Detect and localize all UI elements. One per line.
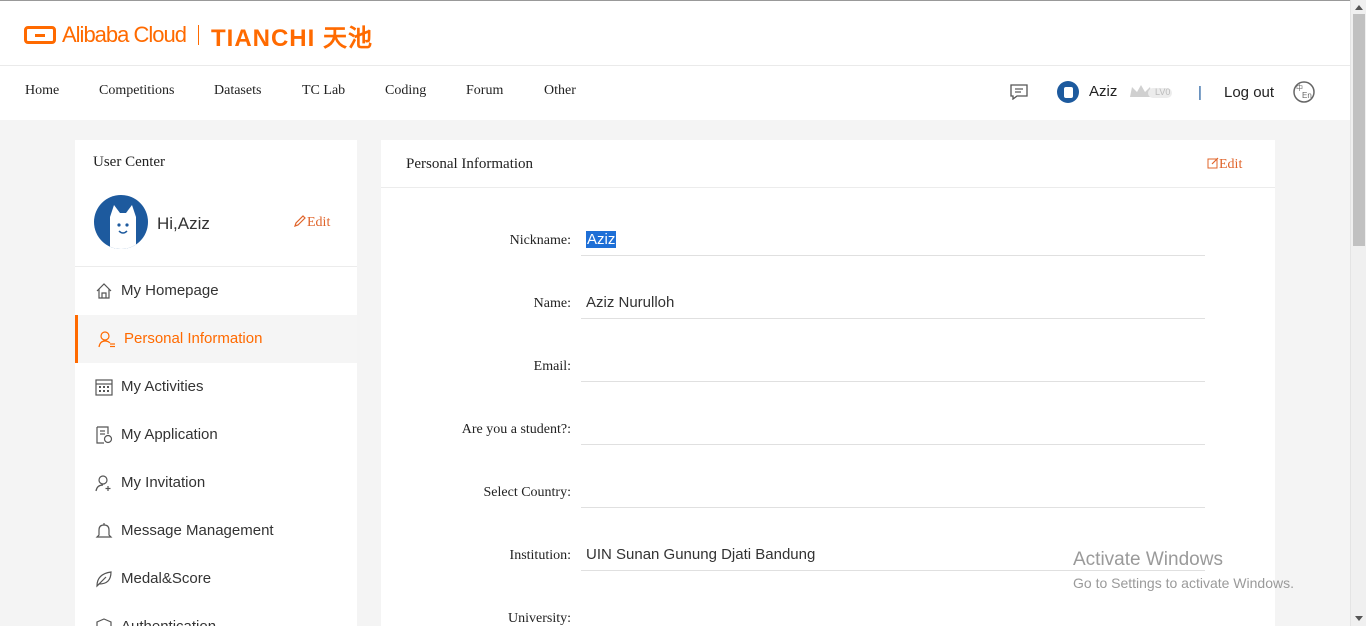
user-info-icon xyxy=(98,331,115,348)
field-value[interactable]: UIN Sunan Gunung Djati Bandung xyxy=(586,546,815,563)
field-underline xyxy=(581,318,1205,319)
leaf-icon xyxy=(96,571,112,588)
sidebar-item-personal-information[interactable]: Personal Information xyxy=(75,315,357,363)
field-value[interactable]: Aziz Nurulloh xyxy=(586,294,674,311)
panel-title: Personal Information xyxy=(406,156,534,172)
alibaba-cloud-text: Alibaba Cloud xyxy=(62,22,187,47)
field-label: University: xyxy=(508,611,571,626)
sidebar-item-my-invitation[interactable]: My Invitation xyxy=(75,459,357,507)
profile-avatar[interactable] xyxy=(94,195,148,249)
sidebar-item-label: Medal&Score xyxy=(121,570,212,587)
edit-icon xyxy=(1207,157,1219,169)
field-student: Are you a student?: xyxy=(381,414,1275,454)
watermark-subtitle: Go to Settings to activate Windows. xyxy=(1073,575,1294,591)
sidebar-item-my-application[interactable]: My Application xyxy=(75,411,357,459)
tianchi-text: TIANCHI 天池 xyxy=(210,24,373,52)
pencil-icon xyxy=(294,215,306,227)
sidebar-item-label: My Homepage xyxy=(121,282,219,299)
sidebar-item-label: Authentication xyxy=(121,618,216,626)
field-nickname: Nickname: Aziz xyxy=(381,225,1275,265)
edit-label: Edit xyxy=(1219,157,1243,172)
field-underline xyxy=(581,255,1205,256)
sidebar-item-label: My Activities xyxy=(121,378,204,395)
watermark-title: Activate Windows xyxy=(1073,549,1223,570)
page-scrollbar[interactable] xyxy=(1350,0,1366,626)
sidebar-item-authentication[interactable]: Authentication xyxy=(75,603,357,626)
activate-windows-watermark: Activate Windows Go to Settings to activ… xyxy=(1073,549,1294,591)
shield-icon xyxy=(96,618,112,626)
brand-logo[interactable]: Alibaba Cloud TIANCHI 天池 xyxy=(24,19,373,52)
field-underline xyxy=(581,507,1205,508)
level-badge: LV0 xyxy=(1128,82,1174,102)
svg-text:中: 中 xyxy=(1296,83,1303,92)
level-text: LV0 xyxy=(1155,87,1171,97)
sidebar-title: User Center xyxy=(93,154,166,170)
sidebar-item-label: Message Management xyxy=(121,522,274,539)
nav-tc-lab[interactable]: TC Lab xyxy=(302,83,345,99)
field-country: Select Country: xyxy=(381,477,1275,517)
logo-divider xyxy=(197,25,199,45)
user-center-sidebar: User Center Hi,Aziz Edit My Homepage Per… xyxy=(75,140,357,626)
field-label: Name: xyxy=(533,296,571,311)
nav-separator: | xyxy=(1198,84,1202,101)
sidebar-item-label: My Application xyxy=(121,426,218,443)
field-label: Institution: xyxy=(509,548,571,563)
field-underline xyxy=(581,444,1205,445)
sidebar-item-message-management[interactable]: Message Management xyxy=(75,507,357,555)
sidebar-item-label: Personal Information xyxy=(124,330,263,347)
cat-avatar-icon xyxy=(110,205,136,249)
edit-profile-link[interactable]: Edit xyxy=(293,214,330,231)
logout-link[interactable]: Log out xyxy=(1224,84,1274,101)
message-icon[interactable] xyxy=(1010,84,1028,100)
add-user-icon xyxy=(95,475,111,492)
svg-text:En: En xyxy=(1302,91,1312,100)
alibaba-logo-icon xyxy=(24,26,56,44)
field-label: Email: xyxy=(533,359,571,374)
field-value[interactable]: Aziz xyxy=(586,231,617,248)
nav-other[interactable]: Other xyxy=(544,83,576,99)
main-nav: Home Competitions Datasets TC Lab Coding… xyxy=(0,66,1350,120)
field-label: Nickname: xyxy=(509,233,571,248)
home-icon xyxy=(96,283,112,299)
application-icon xyxy=(96,426,113,444)
nav-home[interactable]: Home xyxy=(25,83,59,99)
nav-competitions[interactable]: Competitions xyxy=(99,83,174,99)
scroll-up-arrow-icon[interactable] xyxy=(1355,5,1363,10)
edit-info-link[interactable]: Edit xyxy=(1207,157,1242,173)
scroll-down-arrow-icon[interactable] xyxy=(1355,616,1363,621)
field-email: Email: xyxy=(381,351,1275,391)
field-underline xyxy=(581,381,1205,382)
edit-label: Edit xyxy=(307,215,331,230)
bell-icon xyxy=(95,523,113,538)
language-switch-icon[interactable]: En 中 xyxy=(1292,80,1316,104)
sidebar-item-my-homepage[interactable]: My Homepage xyxy=(75,267,357,315)
field-university: University: xyxy=(381,603,1275,626)
scrollbar-thumb[interactable] xyxy=(1353,14,1365,246)
nav-datasets[interactable]: Datasets xyxy=(214,83,261,99)
nav-username[interactable]: Aziz xyxy=(1089,83,1117,100)
user-avatar-icon[interactable] xyxy=(1057,81,1079,103)
greeting-text: Hi,Aziz xyxy=(157,214,210,233)
panel-header: Personal Information Edit xyxy=(381,140,1275,188)
nav-forum[interactable]: Forum xyxy=(466,83,503,99)
field-label: Are you a student?: xyxy=(461,422,571,437)
sidebar-item-my-activities[interactable]: My Activities xyxy=(75,363,357,411)
calendar-icon xyxy=(95,379,113,396)
sidebar-item-medal-score[interactable]: Medal&Score xyxy=(75,555,357,603)
nav-coding[interactable]: Coding xyxy=(385,83,426,99)
field-label: Select Country: xyxy=(483,485,572,500)
field-name: Name: Aziz Nurulloh xyxy=(381,288,1275,328)
sidebar-item-label: My Invitation xyxy=(121,474,206,491)
